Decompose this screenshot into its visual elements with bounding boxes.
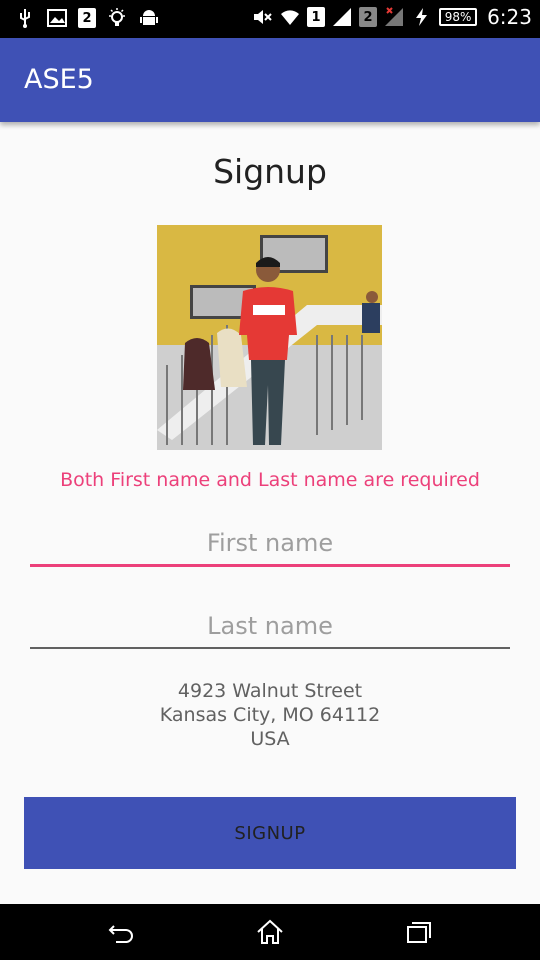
status-bar: 2 1 2 98% 6:23 (0, 0, 540, 38)
lightbulb-icon (106, 7, 128, 29)
profile-photo[interactable] (157, 225, 382, 450)
sim1-label: 1 (307, 7, 326, 27)
no-signal-icon (383, 6, 405, 28)
first-name-input[interactable] (30, 520, 510, 566)
battery-icon: 98% (439, 8, 478, 26)
image-icon (46, 7, 68, 29)
app-bar: ASE5 (0, 38, 540, 122)
validation-error: Both First name and Last name are requir… (60, 469, 480, 491)
address-line1: 4923 Walnut Street (177, 680, 363, 702)
last-name-underline (30, 647, 510, 649)
mute-icon (251, 6, 273, 28)
page-title: Signup (213, 152, 327, 191)
charging-icon (411, 6, 433, 28)
first-name-field[interactable] (30, 520, 510, 567)
signal-icon (331, 6, 353, 28)
recents-icon[interactable] (404, 918, 434, 946)
first-name-underline (30, 564, 510, 567)
address-line2: Kansas City, MO 64112 (159, 704, 381, 726)
address-block: 4923 Walnut Street Kansas City, MO 64112… (0, 679, 540, 751)
home-icon[interactable] (255, 918, 285, 946)
status-time: 6:23 (487, 5, 532, 29)
navigation-bar (0, 904, 540, 960)
app-title: ASE5 (24, 64, 94, 95)
notification-badge: 2 (78, 8, 96, 28)
address-line3: USA (250, 728, 290, 750)
android-icon (138, 7, 160, 29)
last-name-field[interactable] (30, 603, 510, 649)
last-name-input[interactable] (30, 603, 510, 649)
back-icon[interactable] (106, 918, 136, 946)
signup-button[interactable]: SIGNUP (24, 797, 516, 869)
sim2-label: 2 (359, 7, 378, 27)
wifi-icon (279, 6, 301, 28)
usb-icon (14, 7, 36, 29)
